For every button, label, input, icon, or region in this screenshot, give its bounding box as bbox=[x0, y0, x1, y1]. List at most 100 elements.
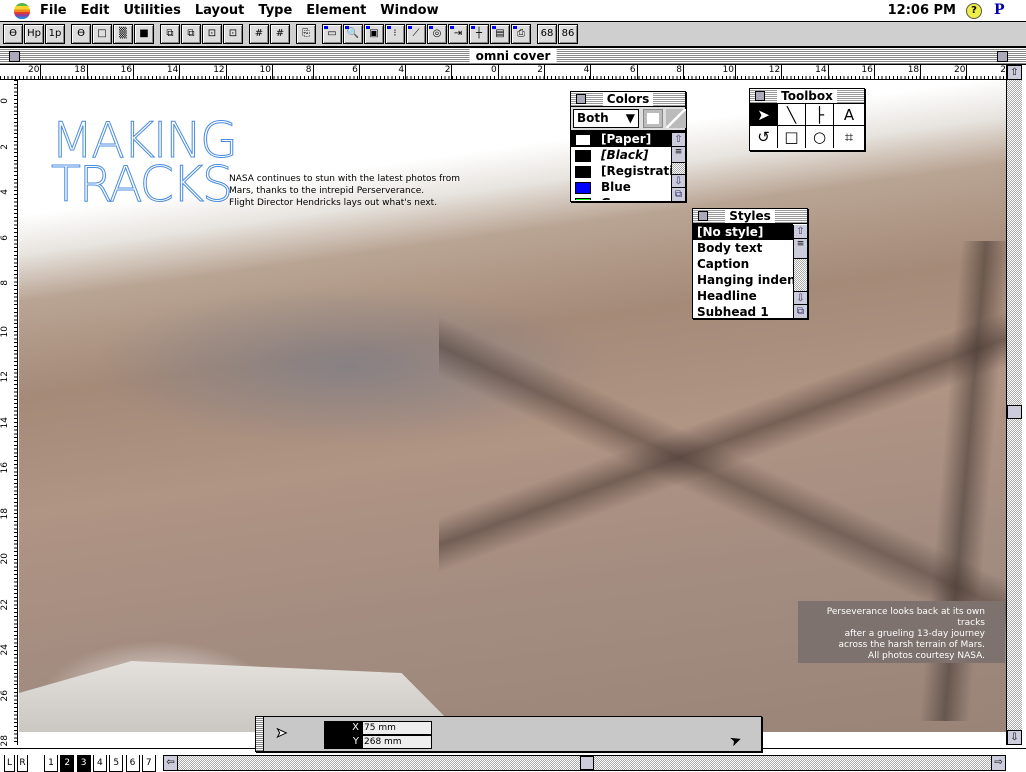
menu-file[interactable]: File bbox=[40, 3, 67, 18]
color-item[interactable]: [Paper] bbox=[571, 131, 685, 147]
grid-button[interactable]: # bbox=[249, 24, 269, 44]
apple-menu-icon[interactable] bbox=[14, 3, 30, 19]
scroll-thumb[interactable] bbox=[580, 756, 594, 770]
document-canvas[interactable]: MAKING TRACKS NASA continues to stun wit… bbox=[19, 81, 1006, 732]
scroll-left-icon[interactable]: ⇦ bbox=[164, 756, 178, 770]
close-box-icon[interactable] bbox=[698, 211, 708, 221]
pointer-tool[interactable]: ➤ bbox=[750, 104, 778, 126]
scroll-thumb[interactable]: ≡ bbox=[672, 147, 685, 163]
style-item[interactable]: Caption bbox=[693, 256, 793, 272]
pencil-button[interactable]: ⟋ bbox=[406, 24, 426, 44]
help-icon[interactable]: ? bbox=[966, 3, 982, 19]
scroll-up-icon[interactable]: ⇧ bbox=[672, 133, 685, 147]
frame-baseline-button[interactable]: ϴ bbox=[71, 24, 91, 44]
group-button[interactable]: ⊡ bbox=[202, 24, 222, 44]
hp-button[interactable]: Hp bbox=[24, 24, 44, 44]
color-mode-dropdown[interactable]: Both▼ bbox=[573, 109, 639, 128]
scroll-thumb[interactable] bbox=[1007, 405, 1022, 419]
y-position-field[interactable]: 268 mm bbox=[362, 735, 432, 749]
window-button[interactable]: ▣ bbox=[364, 24, 384, 44]
scroll-right-icon[interactable]: ⇨ bbox=[991, 756, 1005, 770]
menu-window[interactable]: Window bbox=[380, 3, 438, 18]
color-item[interactable]: [Registration] bbox=[571, 163, 685, 179]
horizontal-scrollbar[interactable]: ⇦ ⇨ bbox=[163, 755, 1006, 771]
text-tool[interactable]: A bbox=[834, 104, 864, 126]
send-backward-button[interactable]: ⧉ bbox=[181, 24, 201, 44]
magnifier-button[interactable]: 🔍 bbox=[343, 24, 363, 44]
color-wheel-button[interactable]: ◎ bbox=[427, 24, 447, 44]
black-fill-button[interactable]: ■ bbox=[134, 24, 154, 44]
styles-scrollbar[interactable]: ⇧ ≡ ⇩ ⧉ bbox=[793, 225, 807, 319]
palette-drag-handle[interactable] bbox=[256, 717, 264, 751]
crop-tool[interactable]: ⌗ bbox=[834, 126, 864, 148]
dot-fill-button[interactable]: ▒ bbox=[113, 24, 133, 44]
application-menu-icon[interactable]: P bbox=[994, 2, 1012, 20]
ungroup-button[interactable]: ⊡ bbox=[223, 24, 243, 44]
rectangle-tool[interactable]: □ bbox=[778, 126, 806, 148]
columns-button[interactable]: ▤ bbox=[490, 24, 510, 44]
snap-grid-button[interactable]: # bbox=[270, 24, 290, 44]
page-tab[interactable]: 6 bbox=[126, 755, 140, 772]
color-item[interactable]: [Black] bbox=[571, 147, 685, 163]
page-tab[interactable]: 4 bbox=[93, 755, 107, 772]
page-tab[interactable]: 5 bbox=[109, 755, 123, 772]
kern-in-button[interactable]: 86 bbox=[558, 24, 578, 44]
color-item[interactable]: Green bbox=[571, 195, 685, 200]
link-button[interactable]: ⇥ bbox=[448, 24, 468, 44]
window-title-bar[interactable]: omni cover bbox=[0, 48, 1026, 65]
line-tool[interactable]: ╲ bbox=[778, 104, 806, 126]
fill-swatch-button[interactable] bbox=[643, 109, 663, 128]
close-box-icon[interactable] bbox=[755, 91, 765, 101]
scroll-down-icon[interactable]: ⇩ bbox=[672, 174, 685, 188]
menu-layout[interactable]: Layout bbox=[195, 3, 245, 18]
colors-scrollbar[interactable]: ⇧ ≡ ⇩ ⧉ bbox=[671, 133, 685, 202]
crosshair-button[interactable]: ┼ bbox=[469, 24, 489, 44]
line-swatch-button[interactable] bbox=[666, 109, 686, 128]
print-button[interactable]: ⎙ bbox=[511, 24, 531, 44]
style-item[interactable]: [No style] bbox=[693, 224, 793, 240]
color-item[interactable]: Blue bbox=[571, 179, 685, 195]
close-box-icon[interactable] bbox=[576, 94, 586, 104]
page-tab[interactable]: 3 bbox=[77, 755, 91, 772]
styles-title-bar[interactable]: Styles bbox=[693, 209, 807, 224]
vertical-ruler[interactable]: 0246810121416182022242628 bbox=[0, 80, 18, 745]
menu-edit[interactable]: Edit bbox=[81, 3, 110, 18]
scroll-up-icon[interactable]: ⇧ bbox=[1007, 65, 1022, 80]
page-button[interactable]: ⎘ bbox=[296, 24, 316, 44]
vertical-scrollbar[interactable]: ⇧ ⇩ bbox=[1006, 65, 1022, 745]
style-item[interactable]: Headline bbox=[693, 288, 793, 304]
white-fill-button[interactable]: □ bbox=[92, 24, 112, 44]
kern-out-button[interactable]: 68 bbox=[537, 24, 557, 44]
menu-element[interactable]: Element bbox=[306, 3, 366, 18]
ruler-tool-button[interactable]: ▭ bbox=[322, 24, 342, 44]
scroll-down-icon[interactable]: ⇩ bbox=[1007, 730, 1022, 745]
photo-caption[interactable]: Perseverance looks back at its own track… bbox=[798, 601, 1005, 663]
style-item[interactable]: Hanging indent bbox=[693, 272, 793, 288]
ellipse-tool[interactable]: ○ bbox=[806, 126, 834, 148]
resize-icon[interactable]: ⧉ bbox=[794, 305, 807, 319]
rotate-tool[interactable]: ↺ bbox=[750, 126, 778, 148]
headline[interactable]: MAKING TRACKS bbox=[51, 119, 236, 207]
scroll-thumb[interactable]: ≡ bbox=[794, 239, 807, 259]
menu-utilities[interactable]: Utilities bbox=[123, 3, 180, 18]
x-position-field[interactable]: 75 mm bbox=[362, 721, 432, 735]
resize-icon[interactable]: ⧉ bbox=[672, 188, 685, 202]
deck-text[interactable]: NASA continues to stun with the latest p… bbox=[229, 173, 460, 209]
page-tab[interactable]: 7 bbox=[142, 755, 156, 772]
scroll-down-icon[interactable]: ⇩ bbox=[794, 291, 807, 305]
horizontal-ruler[interactable]: 2018161412108642024681012141618202 bbox=[0, 65, 1006, 80]
bring-forward-button[interactable]: ⧉ bbox=[160, 24, 180, 44]
style-item[interactable]: Body text bbox=[693, 240, 793, 256]
master-page-tab[interactable]: L bbox=[4, 755, 15, 772]
orthogonal-line-tool[interactable]: ├ bbox=[806, 104, 834, 126]
close-box-icon[interactable] bbox=[9, 51, 20, 62]
baseline-button[interactable]: ϴ bbox=[3, 24, 23, 44]
dots-button[interactable]: ⁝ bbox=[385, 24, 405, 44]
zoom-box-icon[interactable] bbox=[997, 51, 1008, 62]
scroll-up-icon[interactable]: ⇧ bbox=[794, 225, 807, 239]
style-item[interactable]: Subhead 1 bbox=[693, 304, 793, 318]
colors-title-bar[interactable]: Colors bbox=[571, 92, 685, 107]
toolbox-title-bar[interactable]: Toolbox bbox=[750, 89, 864, 104]
page-tab[interactable]: 1 bbox=[44, 755, 58, 772]
page-tab[interactable]: 2 bbox=[60, 755, 74, 772]
